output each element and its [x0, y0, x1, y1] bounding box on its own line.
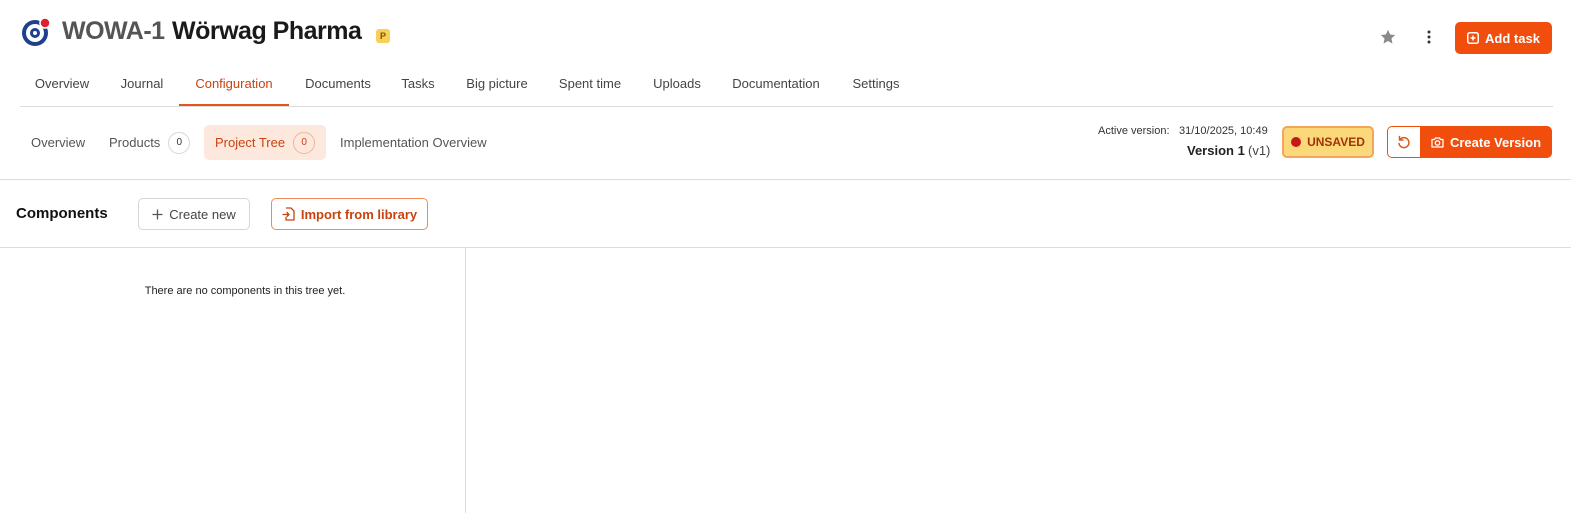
unsaved-status-badge: UNSAVED — [1282, 126, 1374, 158]
status-dot-icon — [1291, 137, 1302, 147]
empty-tree-message: There are no components in this tree yet… — [144, 285, 346, 297]
components-toolbar: Components Create new Import from librar… — [0, 180, 1571, 248]
tab-documents[interactable]: Documents — [298, 76, 378, 106]
subtab-implementation-overview-label: Implementation Overview — [340, 135, 487, 150]
add-task-button[interactable]: Add task — [1455, 22, 1552, 54]
plus-square-icon — [1467, 32, 1480, 44]
version-code: (v1) — [1248, 143, 1271, 158]
component-tree-pane: There are no components in this tree yet… — [0, 248, 466, 513]
subtab-implementation-overview[interactable]: Implementation Overview — [331, 125, 496, 160]
active-version-label: Active version: — [1098, 125, 1170, 137]
active-version-value: 31/10/2025, 10:49 — [1179, 125, 1268, 137]
tab-configuration[interactable]: Configuration — [179, 76, 289, 106]
subtab-overview[interactable]: Overview — [22, 125, 94, 160]
project-name: Wörwag Pharma — [172, 17, 362, 45]
tab-overview[interactable]: Overview — [20, 76, 104, 106]
subtab-overview-label: Overview — [31, 135, 86, 150]
main-tabs: Overview Journal Configuration Documents… — [20, 70, 1553, 107]
import-from-library-label: Import from library — [300, 206, 418, 222]
project-type-badge: P — [376, 29, 390, 43]
file-import-icon — [282, 207, 295, 221]
tab-spent-time[interactable]: Spent time — [550, 76, 630, 106]
subtab-project-tree[interactable]: Project Tree 0 — [204, 125, 327, 160]
create-version-label: Create Version — [1449, 134, 1542, 150]
tab-documentation[interactable]: Documentation — [724, 76, 828, 106]
component-detail-pane — [466, 248, 1571, 513]
favorite-star-button[interactable] — [1376, 25, 1400, 49]
create-version-button[interactable]: Create Version — [1420, 126, 1552, 158]
project-tree-count-badge: 0 — [293, 131, 316, 154]
tab-uploads[interactable]: Uploads — [645, 76, 709, 106]
revert-changes-button[interactable] — [1387, 126, 1421, 158]
active-tab-indicator — [179, 104, 289, 106]
subtab-products[interactable]: Products 0 — [100, 125, 199, 160]
project-header: WOWA-1 Wörwag Pharma P Add task — [0, 0, 1571, 70]
more-options-button[interactable] — [1418, 25, 1440, 49]
create-new-label: Create new — [169, 206, 236, 222]
tab-tasks[interactable]: Tasks — [393, 76, 443, 106]
plus-icon — [152, 209, 163, 219]
camera-icon — [1431, 137, 1444, 148]
project-code: WOWA-1 — [62, 17, 165, 45]
project-logo-icon — [21, 17, 51, 47]
star-icon — [1380, 29, 1396, 44]
import-from-library-button[interactable]: Import from library — [271, 198, 428, 230]
tab-journal[interactable]: Journal — [112, 76, 172, 106]
tab-big-picture[interactable]: Big picture — [456, 76, 538, 106]
kebab-menu-icon — [1427, 30, 1431, 44]
version-name: Version 1 — [1187, 143, 1245, 158]
add-task-label: Add task — [1485, 30, 1540, 46]
undo-icon — [1398, 135, 1410, 149]
create-new-button[interactable]: Create new — [138, 198, 250, 230]
components-title: Components — [16, 205, 108, 222]
configuration-subheader: Overview Products 0 Project Tree 0 Imple… — [0, 107, 1571, 180]
subtab-project-tree-label: Project Tree — [215, 135, 286, 150]
tab-settings[interactable]: Settings — [844, 76, 908, 106]
subtab-products-label: Products — [109, 135, 161, 150]
products-count-badge: 0 — [168, 131, 191, 154]
unsaved-status-label: UNSAVED — [1307, 135, 1365, 149]
